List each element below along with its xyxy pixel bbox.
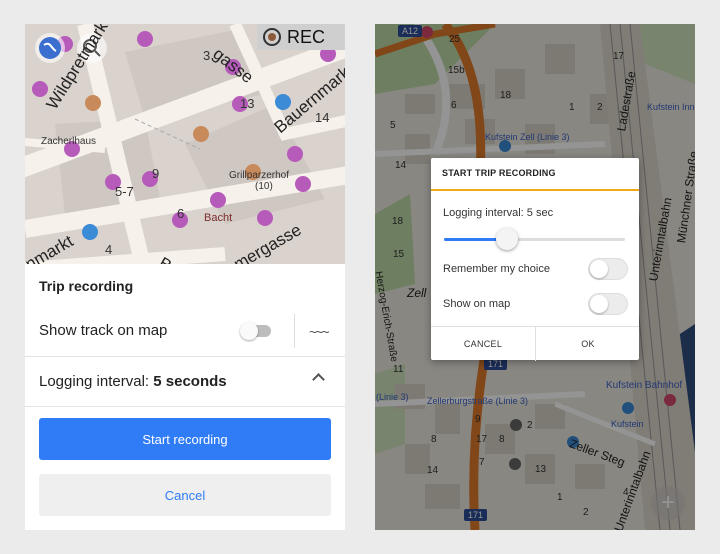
show-on-map-label: Show on map [443, 298, 511, 310]
rec-indicator[interactable]: REC [257, 24, 345, 50]
show-on-map-toggle[interactable] [588, 293, 628, 315]
compass-button[interactable] [35, 33, 65, 63]
house-number: 5-7 [115, 184, 134, 199]
remember-choice-toggle[interactable] [588, 258, 628, 280]
logging-interval-value: 5 seconds [153, 373, 227, 390]
start-trip-dialog: START TRIP RECORDING Logging interval: 5… [431, 158, 639, 361]
place-label: (10) [255, 181, 273, 192]
place-label: Bacht [204, 212, 233, 224]
interval-slider[interactable] [444, 228, 625, 250]
place-label: Zacherlhaus [41, 136, 97, 147]
slider-thumb[interactable] [496, 228, 519, 250]
sheet-title: Trip recording [39, 278, 134, 294]
dialog-actions: CANCEL OK [431, 326, 639, 361]
show-track-row[interactable]: Show track on map ~~~ [25, 306, 345, 357]
left-screen: REC Wildpretmarkt gasse Bauernmarkt nmar… [25, 24, 345, 530]
house-number: 9 [152, 166, 160, 181]
logging-interval-label: Logging interval: 5 seconds [39, 373, 227, 390]
cancel-button[interactable]: CANCEL [431, 327, 535, 361]
house-number: 4 [105, 242, 113, 257]
interval-label: Logging interval: 5 sec [443, 207, 554, 219]
house-number: 3 [203, 48, 211, 63]
globe-icon [39, 37, 61, 59]
record-icon [263, 28, 281, 46]
ok-button[interactable]: OK [535, 327, 640, 361]
trip-recording-sheet: Trip recording Show track on map ~~~ Log… [25, 264, 345, 530]
chevron-up-icon[interactable] [312, 373, 325, 386]
right-screen: A12 171 171 Ladestraße Unterinntalbahn M… [375, 24, 695, 530]
logging-interval-row[interactable]: Logging interval: 5 seconds [25, 356, 345, 407]
house-number: 14 [315, 110, 330, 125]
rec-label: REC [287, 26, 326, 47]
track-appearance-icon[interactable]: ~~~ [309, 324, 329, 340]
remember-choice-label: Remember my choice [443, 263, 550, 275]
dialog-title-underline [431, 189, 639, 191]
show-track-label: Show track on map [39, 322, 168, 339]
house-number: 13 [240, 96, 255, 111]
divider [294, 314, 295, 348]
cancel-button[interactable]: Cancel [39, 474, 331, 516]
map-view[interactable]: REC Wildpretmarkt gasse Bauernmarkt nmar… [25, 24, 345, 264]
house-number: 6 [177, 206, 185, 221]
start-recording-button[interactable]: Start recording [39, 418, 331, 460]
dialog-title: START TRIP RECORDING [442, 168, 556, 178]
place-label: Grillparzerhof [229, 170, 290, 181]
show-track-toggle[interactable] [240, 322, 271, 340]
